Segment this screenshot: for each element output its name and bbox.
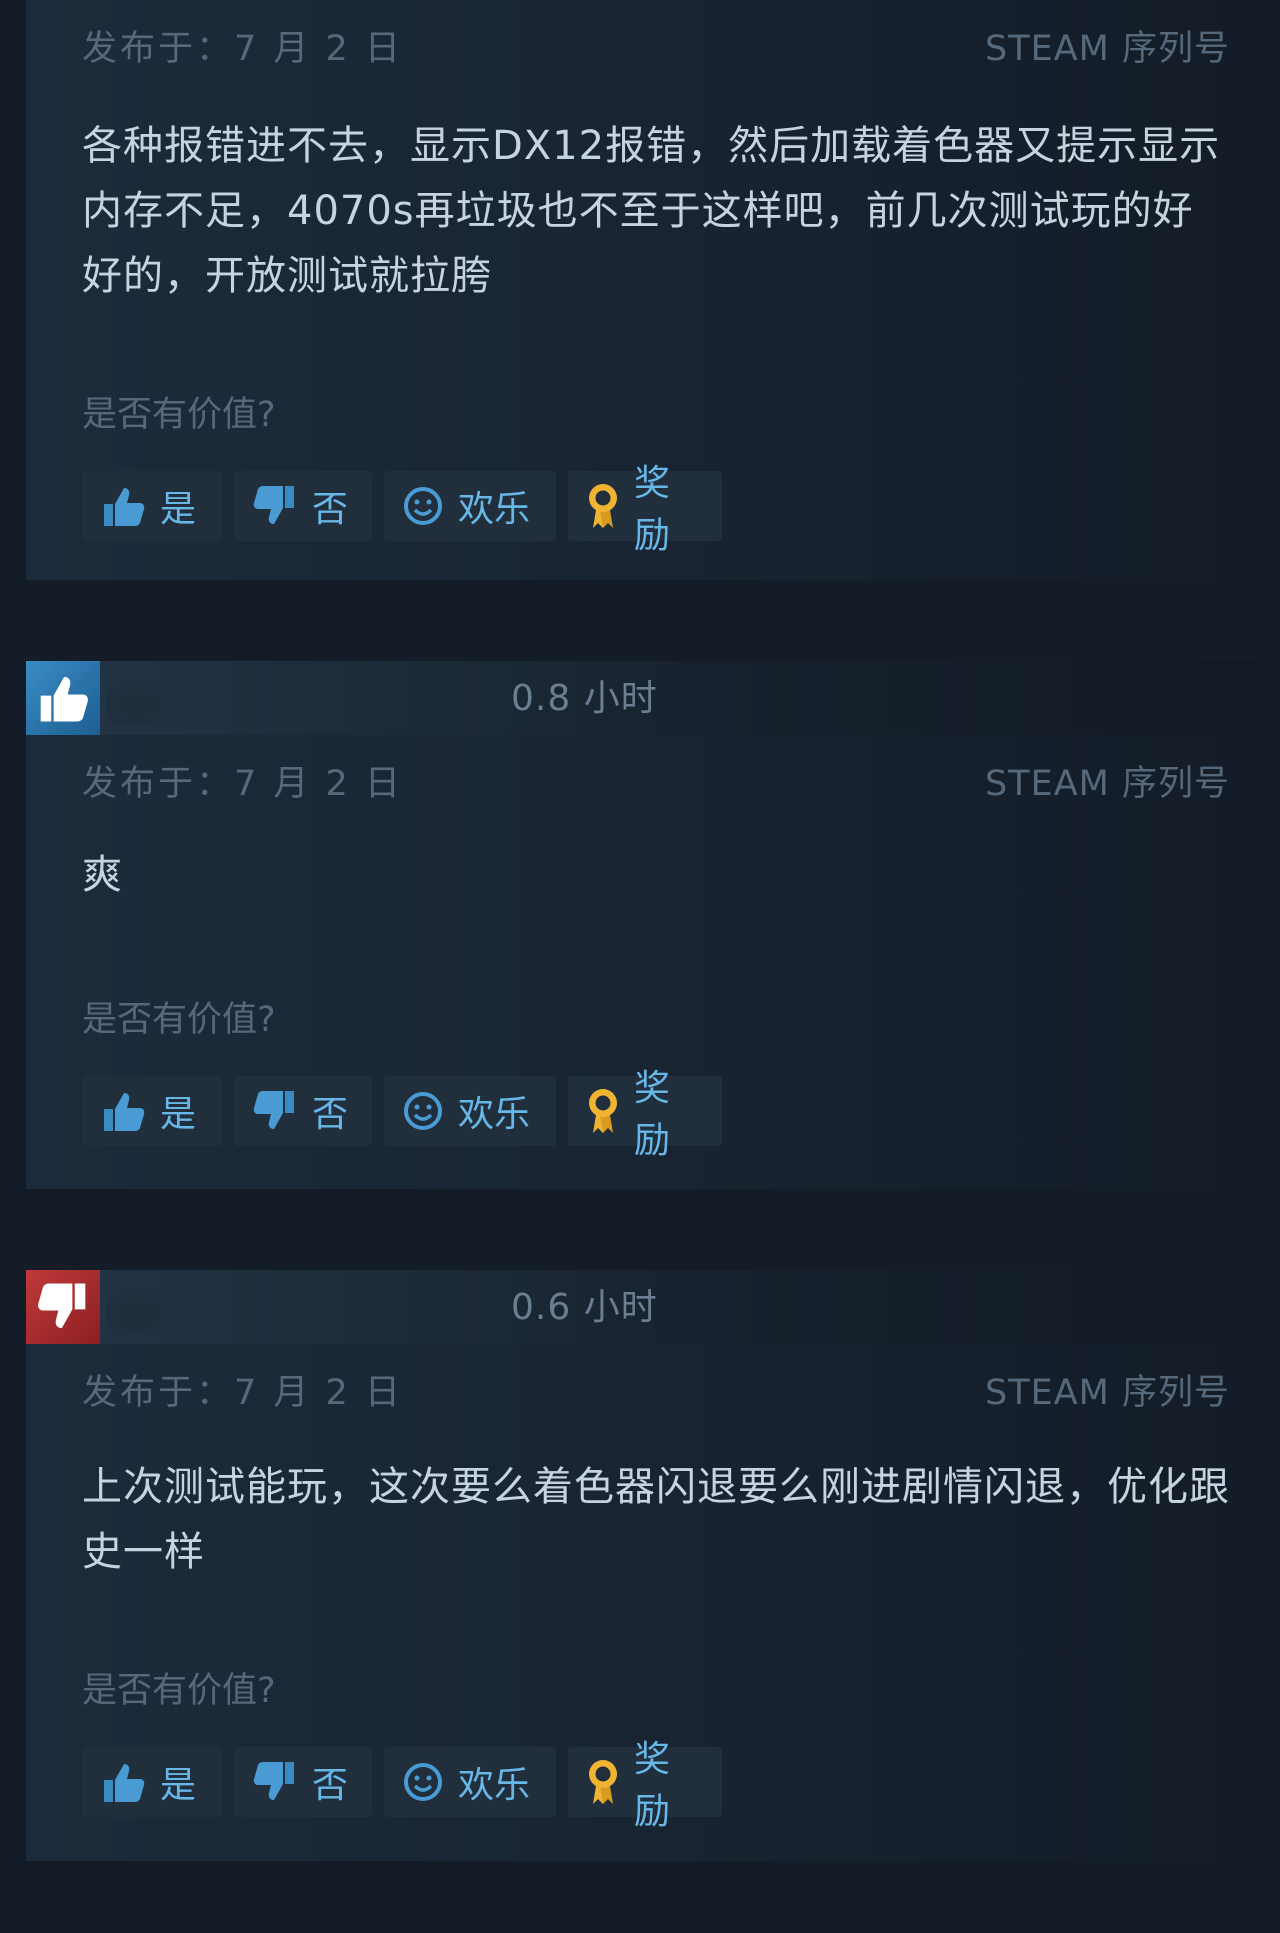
- smiley-icon: [402, 485, 444, 527]
- helpful-no-button[interactable]: 否: [234, 1747, 372, 1817]
- not-recommended-thumbs-down-icon: [26, 1270, 100, 1344]
- vote-buttons: 是 否 欢乐 奖励: [82, 1068, 722, 1161]
- vote-buttons: 是 否 欢乐 奖励: [82, 1739, 722, 1832]
- helpful-no-button[interactable]: 否: [234, 471, 372, 541]
- smiley-icon: [402, 1090, 444, 1132]
- product-type: STEAM 序列号: [985, 764, 1230, 804]
- review-text: 爽: [82, 852, 123, 898]
- award-label: 奖励: [634, 463, 671, 556]
- review-body: 发布于：7 月 2 日 STEAM 序列号 各种报错进不去，显示DX12报错，然…: [26, 0, 1256, 580]
- award-label: 奖励: [634, 1739, 671, 1832]
- award-button[interactable]: 奖励: [568, 1068, 722, 1161]
- helpful-no-label: 否: [312, 489, 349, 530]
- helpful-yes-button[interactable]: 是: [82, 1076, 222, 1146]
- thumbs-down-icon: [252, 484, 298, 528]
- funny-button[interactable]: 欢乐: [384, 471, 556, 541]
- posted-date: 发布于：7 月 2 日: [82, 764, 403, 804]
- helpful-yes-button[interactable]: 是: [82, 1747, 222, 1817]
- helpful-no-label: 否: [312, 1094, 349, 1135]
- thumbs-up-icon: [100, 1760, 146, 1804]
- review-header[interactable]: 0.8 小时: [26, 661, 1256, 735]
- helpful-question: 是否有价值?: [82, 1000, 276, 1040]
- thumbs-down-icon: [252, 1760, 298, 1804]
- thumbs-up-icon: [100, 1089, 146, 1133]
- funny-button[interactable]: 欢乐: [384, 1747, 556, 1817]
- funny-label: 欢乐: [458, 1765, 531, 1806]
- avatar: [106, 675, 186, 725]
- helpful-no-label: 否: [312, 1765, 349, 1806]
- award-ribbon-icon: [586, 1758, 620, 1806]
- avatar: [106, 1284, 186, 1334]
- helpful-question: 是否有价值?: [82, 1671, 276, 1711]
- award-label: 奖励: [634, 1068, 671, 1161]
- award-button[interactable]: 奖励: [568, 463, 722, 556]
- review-text: 上次测试能玩，这次要么着色器闪退要么刚进剧情闪退，优化跟史一样: [82, 1464, 1230, 1575]
- award-button[interactable]: 奖励: [568, 1739, 722, 1832]
- thumbs-up-icon: [100, 484, 146, 528]
- helpful-yes-label: 是: [160, 1765, 197, 1806]
- award-ribbon-icon: [586, 482, 620, 530]
- helpful-question: 是否有价值?: [82, 395, 276, 435]
- funny-label: 欢乐: [458, 489, 531, 530]
- product-type: STEAM 序列号: [985, 29, 1230, 69]
- review-text: 各种报错进不去，显示DX12报错，然后加载着色器又提示显示内存不足，4070s再…: [82, 123, 1221, 299]
- review-body: 发布于：7 月 2 日 STEAM 序列号 爽 是否有价值? 是 否 欢乐 奖励: [26, 735, 1256, 1189]
- product-type: STEAM 序列号: [985, 1373, 1230, 1413]
- review-body: 发布于：7 月 2 日 STEAM 序列号 上次测试能玩，这次要么着色器闪退要么…: [26, 1344, 1256, 1861]
- vote-buttons: 是 否 欢乐 奖励: [82, 463, 722, 556]
- playtime-hours: 0.8 小时: [511, 678, 658, 719]
- award-ribbon-icon: [586, 1087, 620, 1135]
- helpful-yes-label: 是: [160, 1094, 197, 1135]
- recommended-thumbs-up-icon: [26, 661, 100, 735]
- smiley-icon: [402, 1761, 444, 1803]
- funny-button[interactable]: 欢乐: [384, 1076, 556, 1146]
- helpful-no-button[interactable]: 否: [234, 1076, 372, 1146]
- review-header[interactable]: 0.6 小时: [26, 1270, 1256, 1344]
- funny-label: 欢乐: [458, 1094, 531, 1135]
- helpful-yes-label: 是: [160, 489, 197, 530]
- posted-date: 发布于：7 月 2 日: [82, 1373, 403, 1413]
- thumbs-down-icon: [252, 1089, 298, 1133]
- playtime-hours: 0.6 小时: [511, 1287, 658, 1328]
- helpful-yes-button[interactable]: 是: [82, 471, 222, 541]
- posted-date: 发布于：7 月 2 日: [82, 29, 403, 69]
